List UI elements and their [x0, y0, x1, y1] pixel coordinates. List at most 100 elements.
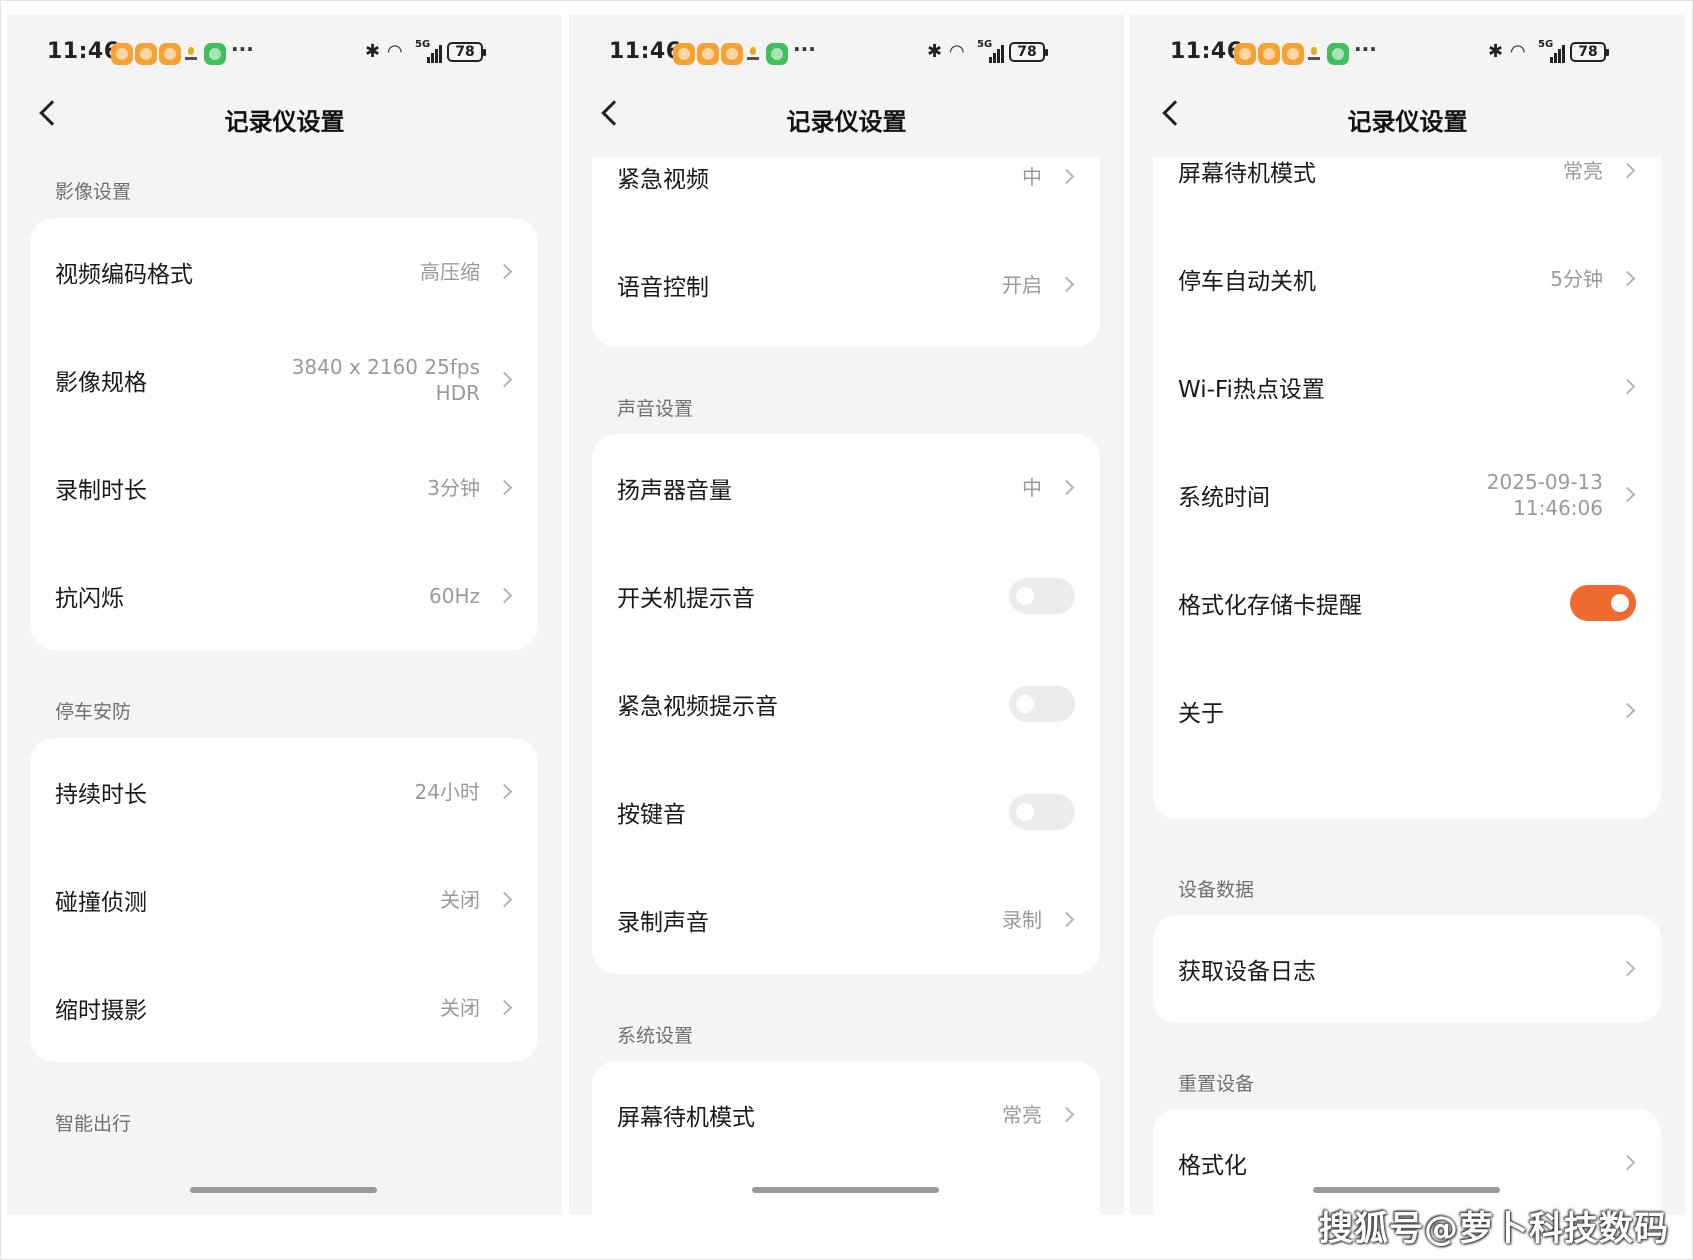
setting-row[interactable]: 影像规格 3840 x 2160 25fps HDR — [30, 326, 538, 434]
settings-list[interactable]: 紧急视频 中 语音控制 开启 声音设置 扬声器音量 中 开关机提示音 紧急视频提… — [569, 157, 1124, 1215]
setting-row[interactable]: 开关机提示音 — [592, 542, 1100, 650]
setting-label: 语音控制 — [617, 275, 709, 301]
setting-value: 60Hz — [429, 584, 480, 608]
setting-value: 中 — [1022, 165, 1042, 189]
section-header: 设备数据 — [1178, 879, 1255, 901]
setting-row[interactable]: 屏幕待机模式 常亮 — [592, 1061, 1100, 1169]
section-header: 声音设置 — [617, 398, 694, 420]
setting-value: 关闭 — [440, 888, 480, 912]
settings-card-recording: 紧急视频 中 语音控制 开启 — [592, 157, 1100, 347]
setting-row[interactable]: 录制声音 录制 — [592, 866, 1100, 974]
chevron-right-icon — [496, 479, 513, 496]
nav-bar: 记录仪设置 — [7, 90, 562, 150]
home-indicator[interactable] — [1313, 1187, 1500, 1193]
setting-row[interactable]: 停车自动关机 5分钟 — [1153, 225, 1661, 333]
status-time: 11:46 — [1170, 39, 1243, 64]
chevron-right-icon — [1058, 479, 1075, 496]
setting-label: 视频编码格式 — [55, 262, 193, 288]
setting-row[interactable]: 获取设备日志 — [1153, 915, 1661, 1023]
nav-bar: 记录仪设置 — [1130, 90, 1685, 150]
settings-card-reset: 格式化 — [1153, 1109, 1661, 1215]
setting-row[interactable]: 录制时长 3分钟 — [30, 434, 538, 542]
cellular-signal-icon: 5G — [1538, 39, 1565, 63]
setting-label: 格式化存储卡提醒 — [1178, 593, 1362, 619]
emergency-sound-toggle[interactable] — [1009, 686, 1075, 722]
bluetooth-icon: ✱ — [1488, 41, 1504, 62]
setting-row[interactable]: 视频编码格式 高压缩 — [30, 218, 538, 326]
settings-card-device-data: 获取设备日志 — [1153, 915, 1661, 1023]
wifi-icon: ◠ — [1510, 41, 1526, 62]
home-indicator[interactable] — [190, 1187, 377, 1193]
setting-value: 高压缩 — [420, 260, 480, 284]
setting-row[interactable]: 关于 — [1153, 657, 1661, 765]
setting-row[interactable]: Wi-Fi热点设置 — [1153, 333, 1661, 441]
setting-row[interactable]: 持续时长 24小时 — [30, 738, 538, 846]
chevron-right-icon — [1619, 162, 1636, 179]
bluetooth-icon: ✱ — [365, 41, 381, 62]
setting-value: 5分钟 — [1550, 267, 1603, 291]
status-bar: 11:46 ··· ✱ ◠ 5G 78 — [1130, 33, 1685, 73]
startup-sound-toggle[interactable] — [1009, 578, 1075, 614]
app-notification-icon — [1258, 43, 1280, 65]
setting-row[interactable]: 语音控制 开启 — [592, 231, 1100, 339]
setting-label: 扬声器音量 — [617, 478, 732, 504]
setting-label: 录制声音 — [617, 910, 709, 936]
setting-row[interactable]: 缩时摄影 关闭 — [30, 954, 538, 1062]
setting-row[interactable]: 紧急视频提示音 — [592, 650, 1100, 758]
wifi-icon: ◠ — [387, 41, 403, 62]
setting-label: 关于 — [1178, 701, 1224, 727]
setting-row[interactable]: 格式化 — [1153, 1109, 1661, 1215]
phone-screen-3: 11:46 ··· ✱ ◠ 5G 78 记录仪设置 屏幕待机模式 常亮 停车自动… — [1130, 15, 1685, 1215]
setting-row[interactable]: 扬声器音量 中 — [592, 434, 1100, 542]
chevron-right-icon — [1619, 270, 1636, 287]
format-reminder-toggle[interactable] — [1570, 585, 1636, 621]
setting-label: Wi-Fi热点设置 — [1178, 377, 1325, 403]
setting-label: 获取设备日志 — [1178, 959, 1316, 985]
setting-label: 抗闪烁 — [55, 586, 124, 612]
setting-row[interactable]: 屏幕待机模式 常亮 — [1153, 157, 1661, 225]
settings-list[interactable]: 屏幕待机模式 常亮 停车自动关机 5分钟 Wi-Fi热点设置 系统时间 2025… — [1130, 157, 1685, 1215]
page-title: 记录仪设置 — [224, 108, 345, 136]
download-icon — [746, 47, 760, 61]
setting-row[interactable]: 系统时间 2025-09-13 11:46:06 — [1153, 441, 1661, 549]
chevron-right-icon — [496, 371, 513, 388]
chevron-right-icon — [496, 587, 513, 604]
app-notification-icon — [721, 43, 743, 65]
setting-label: 紧急视频提示音 — [617, 694, 778, 720]
chevron-right-icon — [496, 999, 513, 1016]
screenshot-frame: 11:46 ··· ✱ ◠ 5G 78 记录仪设置 影像设置 视频编码格式 高压… — [0, 0, 1693, 1260]
setting-label: 缩时摄影 — [55, 998, 147, 1024]
setting-value: 中 — [1022, 476, 1042, 500]
wechat-icon — [204, 43, 226, 65]
phone-screen-2: 11:46 ··· ✱ ◠ 5G 78 记录仪设置 紧急视频 中 语音控制 开启… — [569, 15, 1124, 1215]
setting-label: 停车自动关机 — [1178, 269, 1316, 295]
status-time: 11:46 — [609, 39, 682, 64]
status-time: 11:46 — [47, 39, 120, 64]
setting-row[interactable]: 按键音 — [592, 758, 1100, 866]
nav-bar: 记录仪设置 — [569, 90, 1124, 150]
setting-label: 屏幕待机模式 — [617, 1105, 755, 1131]
settings-list[interactable]: 影像设置 视频编码格式 高压缩 影像规格 3840 x 2160 25fps HD… — [7, 157, 562, 1215]
setting-label: 系统时间 — [1178, 485, 1270, 511]
bluetooth-icon: ✱ — [927, 41, 943, 62]
setting-row[interactable]: 碰撞侦测 关闭 — [30, 846, 538, 954]
setting-row[interactable]: 抗闪烁 60Hz — [30, 542, 538, 650]
app-notification-icon — [673, 43, 695, 65]
home-indicator[interactable] — [752, 1187, 939, 1193]
setting-value: 2025-09-13 11:46:06 — [1486, 470, 1603, 520]
watermark-text: 搜狐号@萝卜科技数码 — [1319, 1209, 1669, 1249]
key-sound-toggle[interactable] — [1009, 794, 1075, 830]
setting-value: 关闭 — [440, 996, 480, 1020]
chevron-right-icon — [1619, 702, 1636, 719]
setting-label: 开关机提示音 — [617, 586, 755, 612]
battery-icon: 78 — [1570, 42, 1609, 62]
chevron-right-icon — [1058, 1106, 1075, 1123]
setting-row[interactable]: 格式化存储卡提醒 — [1153, 549, 1661, 657]
setting-label: 格式化 — [1178, 1153, 1247, 1179]
app-notification-icon — [1234, 43, 1256, 65]
chevron-right-icon — [1619, 1154, 1636, 1171]
chevron-right-icon — [1058, 911, 1075, 928]
setting-value: 录制 — [1002, 908, 1042, 932]
chevron-right-icon — [496, 891, 513, 908]
setting-row[interactable]: 紧急视频 中 — [592, 157, 1100, 231]
